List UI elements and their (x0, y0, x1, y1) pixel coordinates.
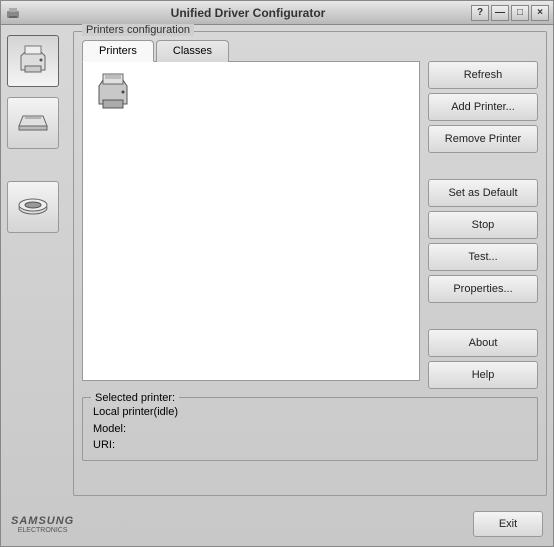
titlebar: Unified Driver Configurator ? — □ × (1, 1, 553, 25)
button-column: Refresh Add Printer... Remove Printer Se… (428, 61, 538, 389)
sidebar-ports-button[interactable] (7, 181, 59, 233)
selected-printer-group: Selected printer: Local printer(idle) Mo… (82, 397, 538, 461)
stop-button[interactable]: Stop (428, 211, 538, 239)
gap2 (428, 307, 538, 325)
selected-title: Selected printer: (91, 390, 179, 407)
exit-button[interactable]: Exit (473, 511, 543, 537)
help-button[interactable]: ? (471, 5, 489, 21)
content-area: Printers configuration Printers Classes (1, 25, 553, 502)
help-action-button[interactable]: Help (428, 361, 538, 389)
close-button[interactable]: × (531, 5, 549, 21)
set-default-button[interactable]: Set as Default (428, 179, 538, 207)
sidebar-scanners-button[interactable] (7, 97, 59, 149)
spacer (7, 159, 67, 177)
refresh-button[interactable]: Refresh (428, 61, 538, 89)
printers-config-group: Printers configuration Printers Classes (73, 31, 547, 496)
brand-logo: SAMSUNG ELECTRONICS (11, 515, 74, 534)
tab-printers[interactable]: Printers (82, 40, 154, 62)
window: Unified Driver Configurator ? — □ × (0, 0, 554, 547)
brand-name: SAMSUNG (11, 515, 74, 527)
tab-body: Refresh Add Printer... Remove Printer Se… (82, 61, 538, 389)
scanner-icon (15, 104, 51, 143)
tab-row: Printers Classes (82, 40, 538, 62)
window-title: Unified Driver Configurator (27, 6, 469, 20)
remove-printer-button[interactable]: Remove Printer (428, 125, 538, 153)
about-button[interactable]: About (428, 329, 538, 357)
properties-button[interactable]: Properties... (428, 275, 538, 303)
printer-list[interactable] (82, 61, 420, 381)
minimize-button[interactable]: — (491, 5, 509, 21)
printer-device-icon[interactable] (91, 70, 135, 117)
test-button[interactable]: Test... (428, 243, 538, 271)
tab-classes[interactable]: Classes (156, 40, 229, 62)
sidebar (7, 31, 67, 496)
gap (428, 157, 538, 175)
main-panel: Printers configuration Printers Classes (67, 31, 547, 496)
maximize-button[interactable]: □ (511, 5, 529, 21)
port-icon (15, 188, 51, 227)
app-icon (5, 5, 21, 21)
selected-model: Model: (93, 421, 527, 438)
sidebar-printers-button[interactable] (7, 35, 59, 87)
printer-icon (15, 42, 51, 81)
group-title: Printers configuration (82, 24, 194, 36)
selected-uri: URI: (93, 437, 527, 454)
footer: SAMSUNG ELECTRONICS Exit (1, 502, 553, 546)
brand-sub: ELECTRONICS (18, 527, 68, 534)
add-printer-button[interactable]: Add Printer... (428, 93, 538, 121)
